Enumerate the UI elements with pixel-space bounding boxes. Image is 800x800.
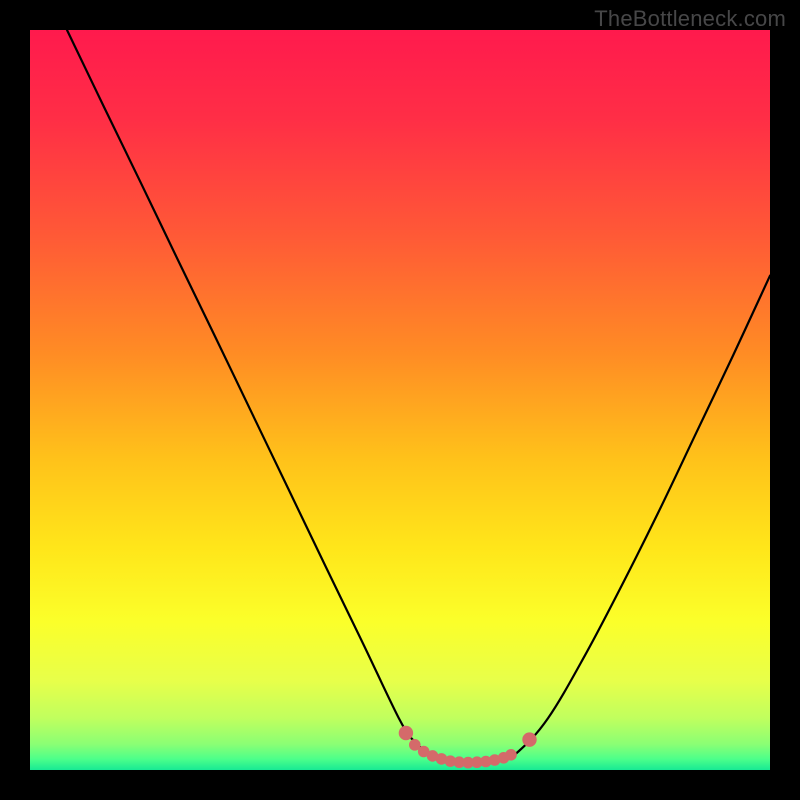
marker-dot xyxy=(399,726,413,740)
watermark-label: TheBottleneck.com xyxy=(594,6,786,32)
curve-layer xyxy=(30,30,770,770)
marker-dot xyxy=(505,749,517,761)
plot-area xyxy=(30,30,770,770)
marker-dot xyxy=(522,732,536,746)
optimal-zone-markers xyxy=(399,726,537,769)
chart-frame: TheBottleneck.com xyxy=(0,0,800,800)
bottleneck-curve xyxy=(67,30,770,763)
